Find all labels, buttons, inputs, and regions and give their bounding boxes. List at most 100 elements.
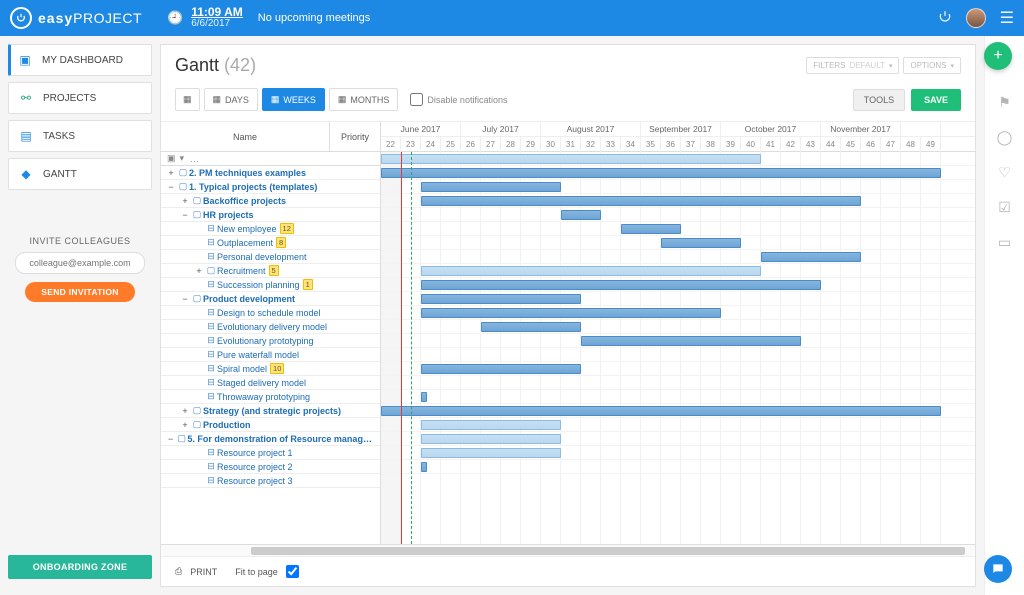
zoom-months-button[interactable]: ▦ MONTHS xyxy=(329,88,399,111)
col-name-header[interactable]: Name xyxy=(161,122,330,151)
tree-row[interactable]: ⊟Staged delivery model xyxy=(161,376,380,390)
sort-row[interactable]: ▣ ▾ … xyxy=(161,152,380,166)
week-header[interactable]: 43 xyxy=(801,137,821,152)
toggle-icon[interactable]: − xyxy=(165,434,176,444)
print-icon[interactable]: ⎙ xyxy=(175,566,182,577)
gantt-bar[interactable] xyxy=(421,462,427,472)
gantt-bar[interactable] xyxy=(381,406,941,416)
invite-email-input[interactable] xyxy=(15,252,145,274)
nav-gantt[interactable]: ◆ GANTT xyxy=(8,158,152,190)
toggle-icon[interactable]: + xyxy=(193,266,205,276)
check-icon[interactable]: ☑ xyxy=(998,199,1011,216)
toggle-icon[interactable]: + xyxy=(179,196,191,206)
week-header[interactable]: 49 xyxy=(921,137,941,152)
gantt-bar[interactable] xyxy=(661,238,741,248)
filters-select[interactable]: FILTERS DEFAULT ▾ xyxy=(806,57,899,74)
week-header[interactable]: 41 xyxy=(761,137,781,152)
tree-row[interactable]: +▢Strategy (and strategic projects) xyxy=(161,404,380,418)
gantt-bar[interactable] xyxy=(421,294,581,304)
gantt-bar[interactable] xyxy=(421,364,581,374)
nav-projects[interactable]: ⚯ PROJECTS xyxy=(8,82,152,114)
tree-row[interactable]: +▢Recruitment5 xyxy=(161,264,380,278)
toggle-icon[interactable]: + xyxy=(165,168,177,178)
col-priority-header[interactable]: Priority xyxy=(330,122,380,151)
gantt-bar[interactable] xyxy=(381,168,941,178)
week-header[interactable]: 47 xyxy=(881,137,901,152)
tree-row[interactable]: ⊟Personal development xyxy=(161,250,380,264)
tree-row[interactable]: −▢HR projects xyxy=(161,208,380,222)
add-fab[interactable]: + xyxy=(984,42,1012,70)
tree-row[interactable]: ⊟Throwaway prototyping xyxy=(161,390,380,404)
week-header[interactable]: 28 xyxy=(501,137,521,152)
week-header[interactable]: 46 xyxy=(861,137,881,152)
gantt-bar[interactable] xyxy=(381,154,761,164)
onboarding-button[interactable]: ONBOARDING ZONE xyxy=(8,555,152,579)
tree-row[interactable]: ⊟Resource project 3 xyxy=(161,474,380,488)
gantt-bar[interactable] xyxy=(421,392,427,402)
week-header[interactable]: 32 xyxy=(581,137,601,152)
gantt-bar[interactable] xyxy=(481,322,581,332)
tree-row[interactable]: ⊟Succession planning1 xyxy=(161,278,380,292)
gantt-bar[interactable] xyxy=(421,280,821,290)
toggle-icon[interactable]: − xyxy=(179,294,191,304)
gantt-bar[interactable] xyxy=(421,420,561,430)
disable-notifications-toggle[interactable]: Disable notifications xyxy=(410,93,507,106)
tree-row[interactable]: −▢1. Typical projects (templates) xyxy=(161,180,380,194)
week-header[interactable]: 30 xyxy=(541,137,561,152)
week-header[interactable]: 27 xyxy=(481,137,501,152)
toggle-icon[interactable]: + xyxy=(179,420,191,430)
week-header[interactable]: 35 xyxy=(641,137,661,152)
gantt-bar[interactable] xyxy=(561,210,601,220)
tree-row[interactable]: +▢Backoffice projects xyxy=(161,194,380,208)
week-header[interactable]: 48 xyxy=(901,137,921,152)
gantt-bar[interactable] xyxy=(421,434,561,444)
week-header[interactable]: 31 xyxy=(561,137,581,152)
week-header[interactable]: 39 xyxy=(721,137,741,152)
gantt-bar[interactable] xyxy=(761,252,861,262)
gantt-bar[interactable] xyxy=(421,308,721,318)
user-avatar[interactable] xyxy=(966,8,986,28)
bulb-icon[interactable]: ♡ xyxy=(998,164,1011,181)
toggle-icon[interactable]: + xyxy=(179,406,191,416)
send-invitation-button[interactable]: SEND INVITATION xyxy=(25,282,134,302)
nav-tasks[interactable]: ▤ TASKS xyxy=(8,120,152,152)
week-header[interactable]: 38 xyxy=(701,137,721,152)
tree-row[interactable]: +▢2. PM techniques examples xyxy=(161,166,380,180)
chat-icon[interactable]: ▭ xyxy=(998,234,1011,251)
toggle-icon[interactable]: − xyxy=(165,182,177,192)
tree-row[interactable]: ⊟Pure waterfall model xyxy=(161,348,380,362)
week-header[interactable]: 45 xyxy=(841,137,861,152)
scroll-thumb[interactable] xyxy=(251,547,965,555)
gantt-timeline[interactable]: June 2017July 2017August 2017September 2… xyxy=(381,122,975,544)
tree-row[interactable]: ⊟Resource project 2 xyxy=(161,460,380,474)
week-header[interactable]: 29 xyxy=(521,137,541,152)
week-header[interactable]: 44 xyxy=(821,137,841,152)
gantt-bar[interactable] xyxy=(421,196,861,206)
nav-dashboard[interactable]: ▣ MY DASHBOARD xyxy=(8,44,152,76)
week-header[interactable]: 22 xyxy=(381,137,401,152)
zoom-weeks-button[interactable]: ▦ WEEKS xyxy=(262,88,325,111)
tree-row[interactable]: ⊟New employee12 xyxy=(161,222,380,236)
tree-row[interactable]: ⊟Design to schedule model xyxy=(161,306,380,320)
flag-icon[interactable]: ⚑ xyxy=(998,94,1011,111)
save-button[interactable]: SAVE xyxy=(911,89,961,111)
horizontal-scrollbar[interactable] xyxy=(161,544,975,556)
week-header[interactable]: 37 xyxy=(681,137,701,152)
zoom-days-button[interactable]: ▦ DAYS xyxy=(204,88,258,111)
tree-row[interactable]: ⊟Outplacement8 xyxy=(161,236,380,250)
gantt-bar[interactable] xyxy=(421,266,761,276)
gantt-bar[interactable] xyxy=(421,182,561,192)
print-label[interactable]: PRINT xyxy=(190,567,217,577)
toggle-icon[interactable]: − xyxy=(179,210,191,220)
week-header[interactable]: 42 xyxy=(781,137,801,152)
brand-logo[interactable]: easyPROJECT xyxy=(10,7,142,29)
week-header[interactable]: 33 xyxy=(601,137,621,152)
week-header[interactable]: 24 xyxy=(421,137,441,152)
menu-icon[interactable]: ☰ xyxy=(1000,8,1014,28)
tree-row[interactable]: ⊟Evolutionary delivery model xyxy=(161,320,380,334)
gantt-bar[interactable] xyxy=(581,336,801,346)
gantt-bar[interactable] xyxy=(421,448,561,458)
calendar-today-button[interactable]: ▦ xyxy=(175,88,200,111)
tree-row[interactable]: +▢Production xyxy=(161,418,380,432)
week-header[interactable]: 40 xyxy=(741,137,761,152)
